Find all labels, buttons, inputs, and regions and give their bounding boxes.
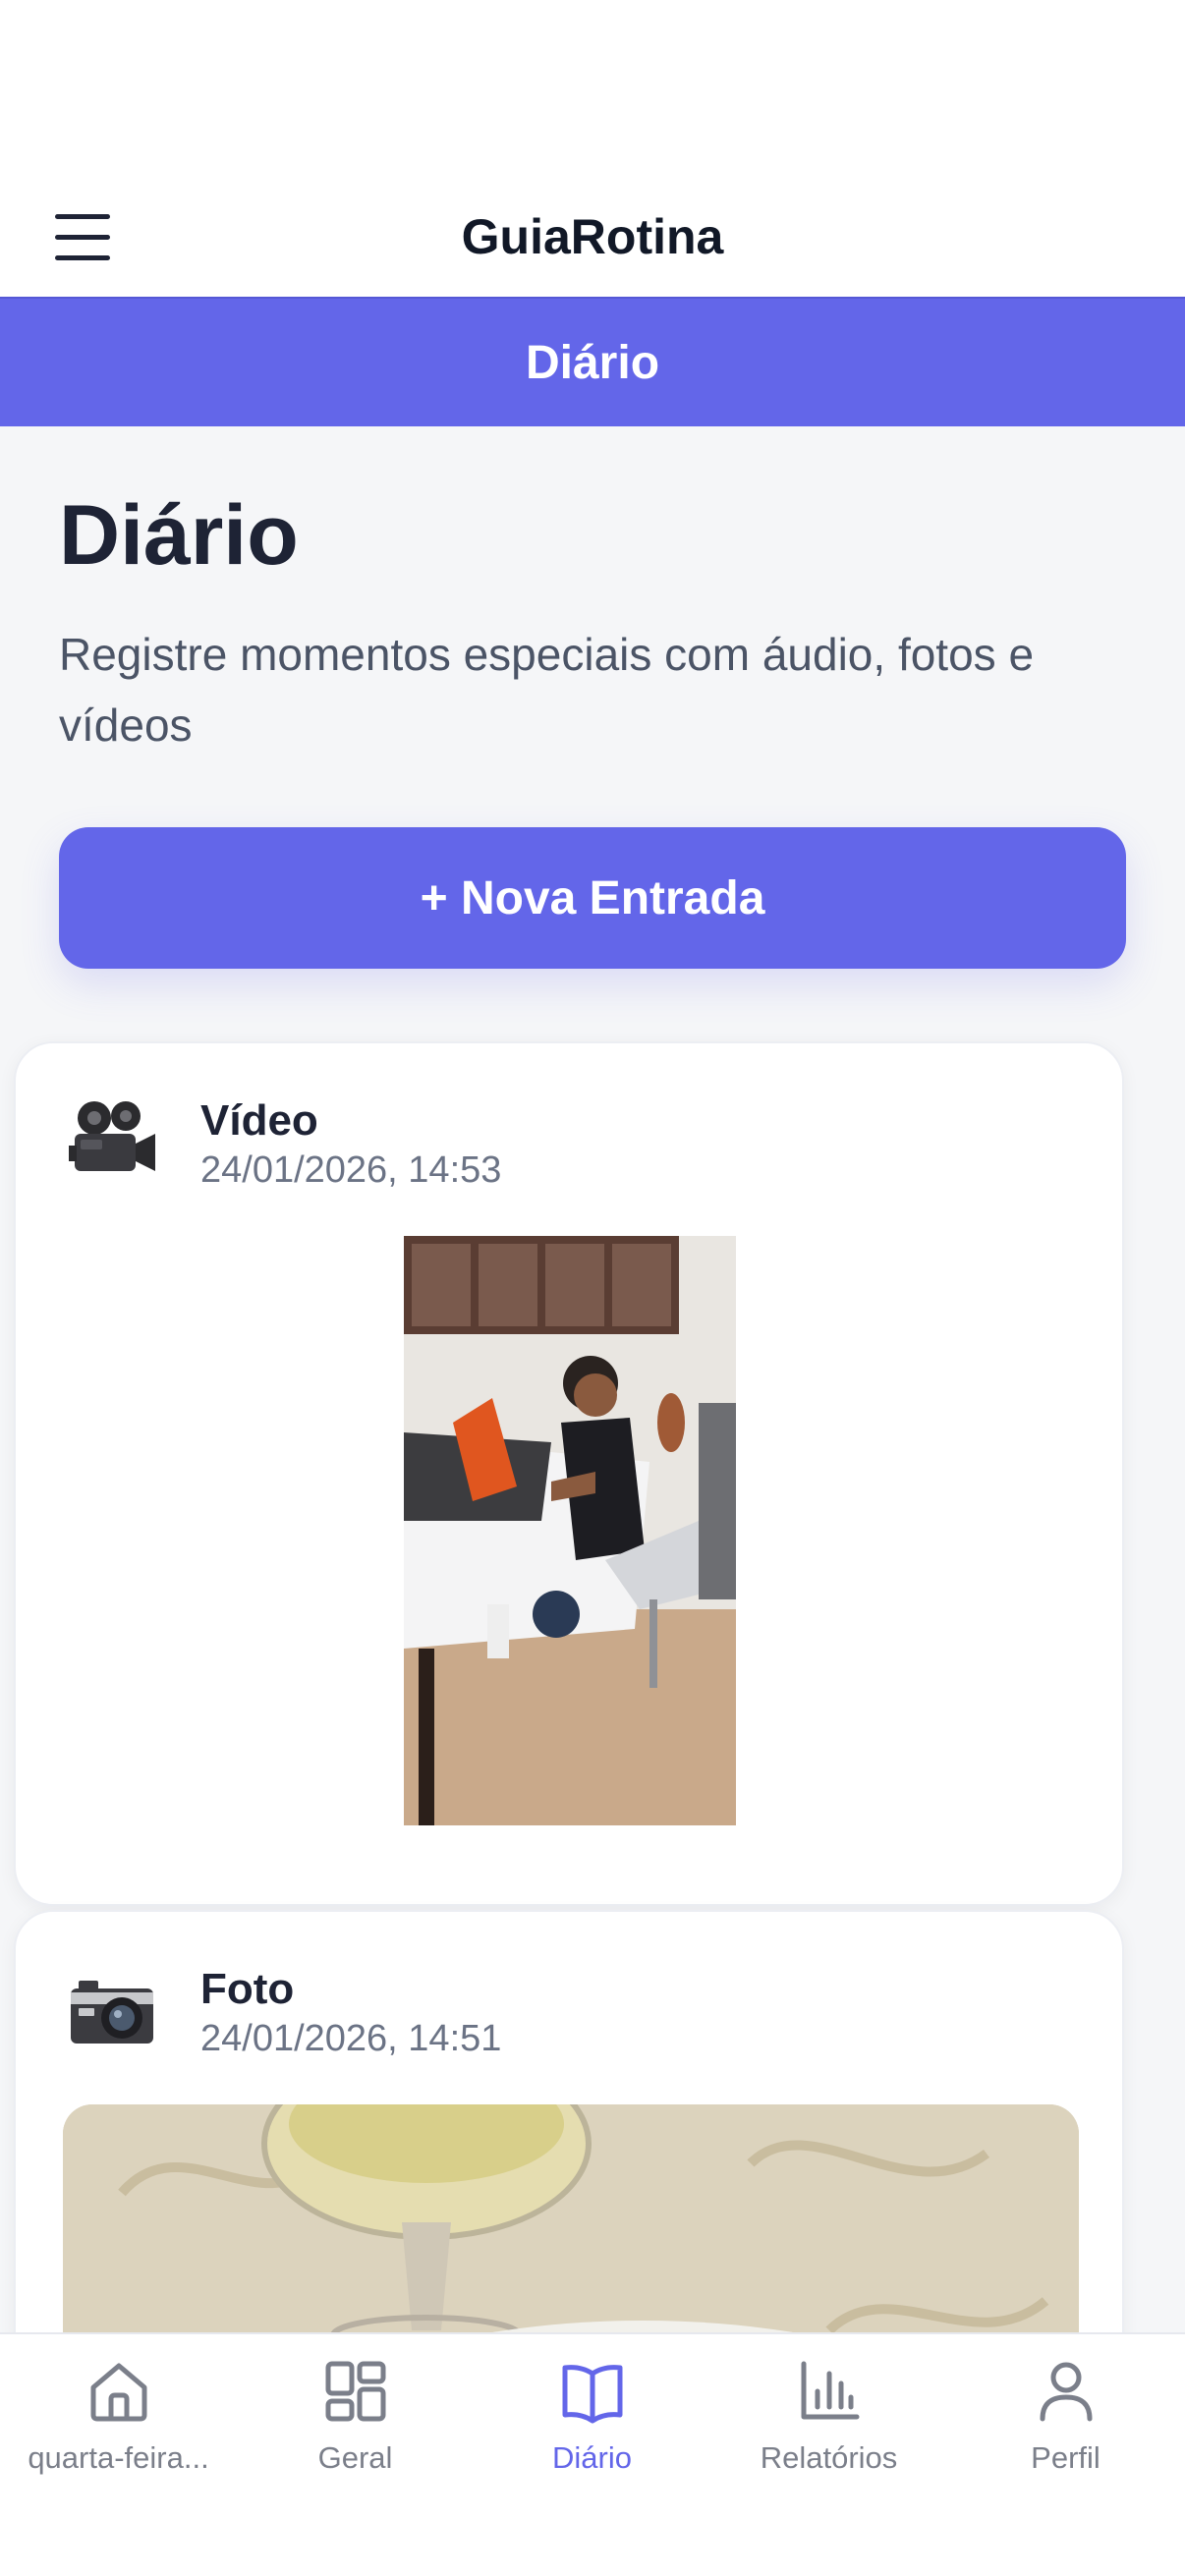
hamburger-menu-icon[interactable] bbox=[55, 214, 110, 261]
home-icon bbox=[90, 2363, 146, 2422]
status-bar-area bbox=[0, 0, 1185, 177]
tab-label: Geral bbox=[317, 2440, 393, 2475]
new-entry-button[interactable]: + Nova Entrada bbox=[59, 827, 1126, 969]
user-icon bbox=[1040, 2362, 1092, 2422]
diary-content[interactable]: Diário Registre momentos especiais com á… bbox=[0, 426, 1185, 2332]
diary-entry-card-photo[interactable]: Foto 24/01/2026, 14:51 bbox=[14, 1910, 1124, 2332]
tab-relatorios[interactable]: Relatórios bbox=[710, 2356, 947, 2493]
tab-label: Relatórios bbox=[760, 2440, 898, 2475]
tab-label: Diário bbox=[552, 2440, 632, 2475]
entry-type: Vídeo bbox=[200, 1096, 318, 1145]
photo-thumbnail-image bbox=[63, 2104, 1079, 2332]
app-header: GuiaRotina bbox=[0, 177, 1185, 297]
entry-date: 24/01/2026, 14:51 bbox=[200, 2018, 502, 2059]
entry-type: Foto bbox=[200, 1965, 295, 2013]
tab-label: quarta-feira... bbox=[28, 2440, 209, 2475]
video-thumbnail[interactable] bbox=[404, 1236, 736, 1825]
book-icon bbox=[562, 2365, 622, 2424]
app-title: GuiaRotina bbox=[461, 209, 724, 264]
video-thumbnail-image bbox=[404, 1236, 736, 1825]
tab-perfil[interactable]: Perfil bbox=[947, 2356, 1184, 2493]
tab-home[interactable]: quarta-feira... bbox=[0, 2356, 237, 2493]
section-bar: Diário bbox=[0, 297, 1185, 426]
camera-icon bbox=[71, 1981, 153, 2044]
movie-camera-icon bbox=[69, 1101, 155, 1171]
tab-geral[interactable]: Geral bbox=[237, 2356, 474, 2493]
photo-thumbnail[interactable] bbox=[63, 2104, 1079, 2332]
tab-label: Perfil bbox=[1031, 2440, 1100, 2475]
tab-diario[interactable]: Diário bbox=[474, 2356, 710, 2493]
page-subtitle: Registre momentos especiais com áudio, f… bbox=[59, 629, 1035, 751]
bar-chart-icon bbox=[801, 2361, 859, 2420]
diary-entry-card-video[interactable]: Vídeo 24/01/2026, 14:53 bbox=[14, 1041, 1124, 1906]
page-title: Diário bbox=[59, 488, 299, 583]
section-bar-title: Diário bbox=[525, 336, 660, 389]
grid-icon bbox=[325, 2361, 385, 2422]
entry-date: 24/01/2026, 14:53 bbox=[200, 1149, 502, 1191]
bottom-tab-bar: quarta-feira... Geral Diário Relatórios … bbox=[0, 2332, 1185, 2576]
